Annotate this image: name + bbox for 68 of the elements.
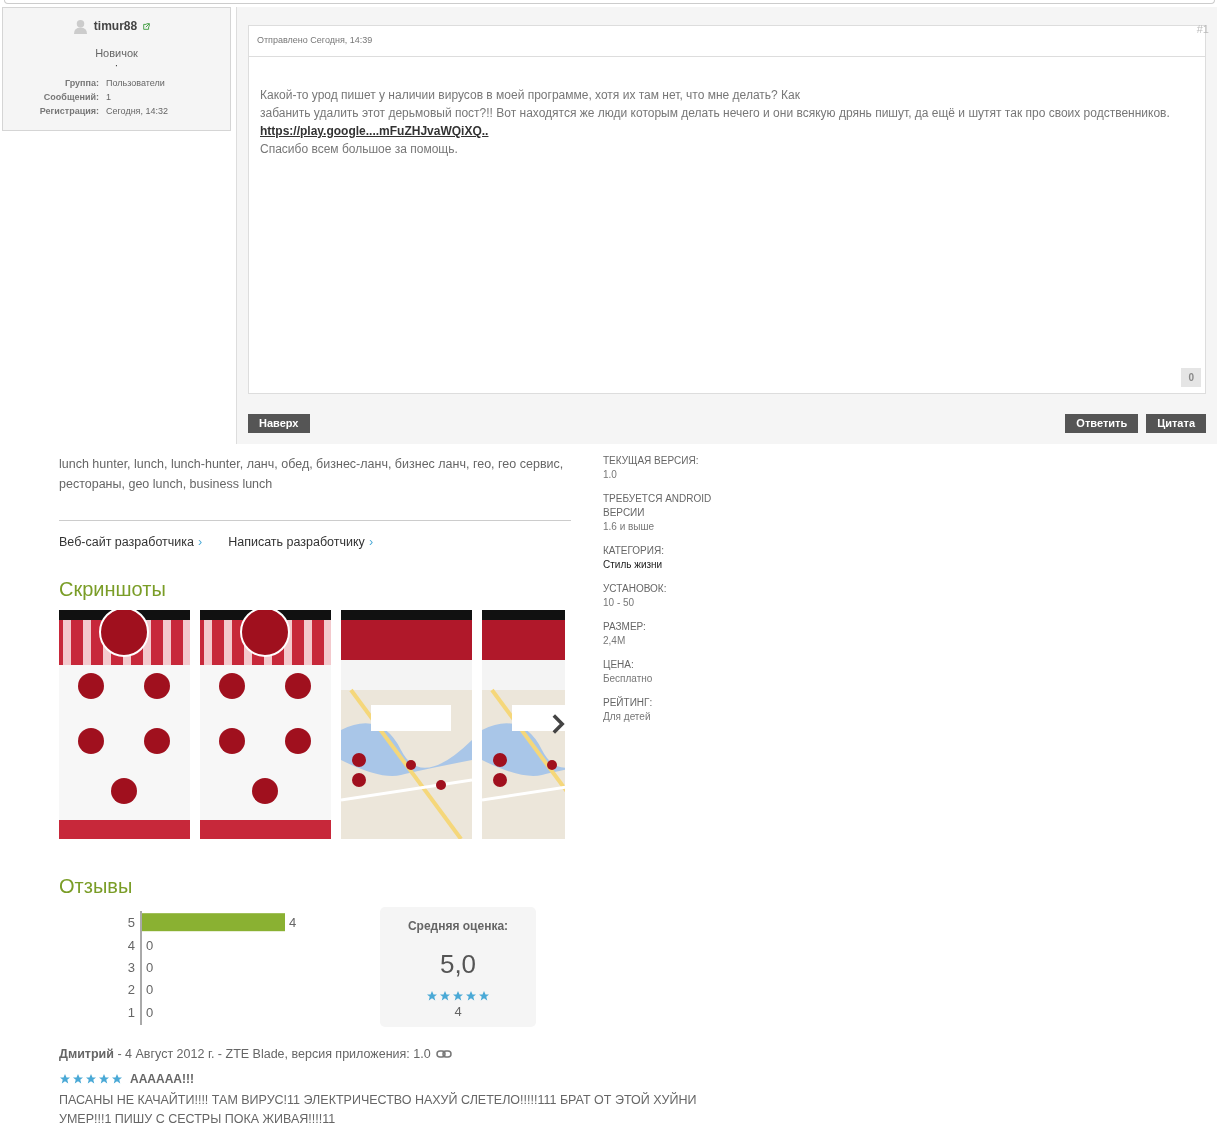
star-icon [478,989,490,1002]
field-value: Пользователи [106,76,166,90]
star-icon [439,989,451,1002]
review-text: ПАСАНЫ НЕ КАЧАЙТИ!!!! ТАМ ВИРУС!11 ЭЛЕКТРИЧЕСТВО НАХУЙ СЛЕТЕЛО!!!!!111 БРАТ ОТ ЭТОЙ ХУЙНИ УМЕР!!!1 ПИШУ С СЕСТРЫ ПОКА ЖИВАЯ!!!!11 [59,1091,698,1123]
star-icon [426,989,438,1002]
star-icon [59,1072,71,1085]
detail-value: Бесплатно [603,672,654,686]
section-heading: Скриншоты [59,576,167,602]
detail-value: 10 - 50 [603,596,636,610]
post-text: Спасибо всем большое за помощь. [260,141,459,158]
detail-label: КАТЕГОРИЯ: [603,544,665,558]
star-icon [98,1072,110,1085]
user-icon [72,18,88,34]
chevron-icon: › [198,533,203,552]
rank-dot: · [114,61,119,70]
axis-label: 2 [127,982,135,998]
detail-label: УСТАНОВОК: [603,582,668,596]
review-meta: Дмитрий - 4 Август 2012 г. - ZTE Blade, версия приложения: 1.0 [59,1045,431,1063]
detail-label: ТРЕБУЕТСЯ ANDROID ВЕРСИИ [603,492,713,520]
section-heading: Отзывы [59,873,134,899]
link-icon[interactable] [435,1050,452,1059]
detail-label: ТЕКУЩАЯ ВЕРСИЯ: [603,454,700,468]
field-value: Сегодня, 14:32 [106,104,169,118]
detail-value: 1.6 и выше [603,520,656,534]
star-icon [111,1072,123,1085]
data-label: 0 [146,959,154,975]
developer-link[interactable]: Веб-сайт разработчика [59,533,194,552]
field-label: Сообщений: [42,90,99,104]
data-label: 0 [146,1004,154,1020]
axis-label: 1 [127,1004,135,1020]
average-label: Средняя оценка: [407,917,509,935]
developer-link[interactable]: Написать разработчику [228,533,365,552]
detail-label: РАЗМЕР: [603,620,647,634]
post-text: Какой-то урод пишет у наличии вирусов в моей программе, хотя их там нет, что мне делать? Как [260,87,801,104]
app-tags: lunch hunter, lunch, lunch-hunter, ланч, обед, бизнес-ланч, бизнес ланч, гео, гео сервис, рестораны, geo lunch, business lunch [59,454,571,494]
review-title: АААААА!!! [130,1070,194,1088]
detail-value: 1.0 [603,468,618,482]
star-icon [72,1072,84,1085]
chevron-icon: › [368,533,374,552]
star-icon [85,1072,97,1085]
detail-value: 2,4M [603,634,627,648]
axis-label: 5 [127,914,135,930]
field-value: 1 [106,90,112,104]
star-icon [465,989,477,1002]
post-button[interactable]: Ответить [1065,414,1139,433]
post-button[interactable]: Наверх [248,414,310,433]
external-link-icon[interactable] [143,22,151,30]
field-label: Регистрация: [38,104,99,118]
data-label: 0 [146,982,154,998]
detail-value: Для детей [603,710,652,724]
average-value: 5,0 [439,947,477,981]
detail-value: Стиль жизни [603,558,664,572]
axis-label: 4 [127,937,135,953]
username[interactable]: timur88 [93,17,138,35]
field-label: Группа: [63,76,99,90]
post-button[interactable]: Цитата [1146,414,1206,433]
axis-label: 3 [127,959,135,975]
data-label: 0 [146,937,154,953]
star-icon [452,989,464,1002]
post-link[interactable]: https://play.google....mFuZHJvaWQiXQ.. [260,122,489,140]
rating-count: 4 [454,1002,462,1021]
reputation-count: 0 [1181,368,1201,387]
post-text: забанить удалить этот дерьмовый пост?!! Вот находятся же люди которым делать нечего и они всякую дрянь пишут, да ещё и шутят так про своих родственников. [260,105,1171,122]
detail-label: РЕЙТИНГ: [603,696,654,710]
user-rank: Новичок [95,46,138,61]
post-date: Отправлено Сегодня, 14:39 [257,34,373,48]
data-label: 4 [289,914,297,930]
detail-label: ЦЕНА: [603,658,635,672]
